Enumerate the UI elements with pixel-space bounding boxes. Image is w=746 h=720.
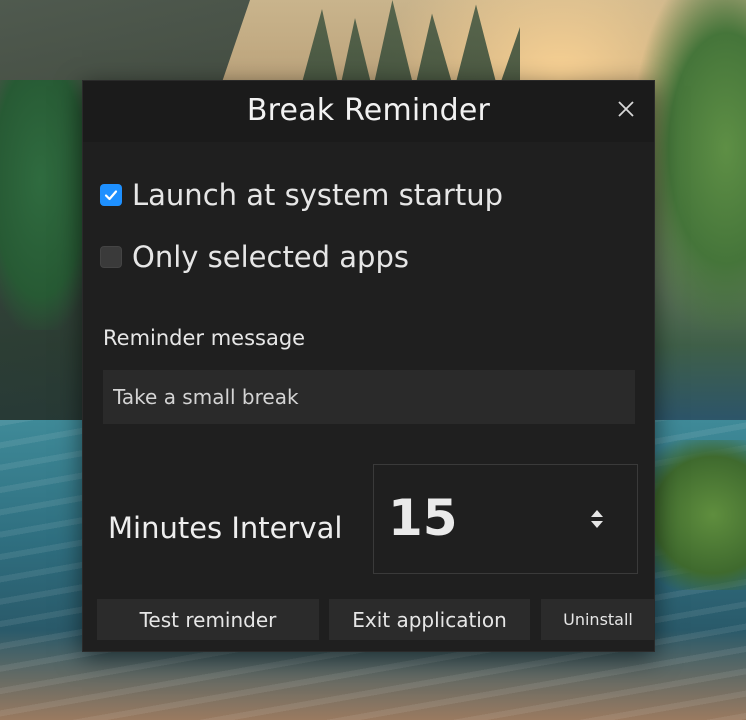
minutes-interval-value[interactable]: 15 (388, 489, 458, 547)
only-selected-apps-row[interactable]: Only selected apps (100, 240, 409, 274)
only-selected-apps-label: Only selected apps (132, 240, 409, 274)
minutes-interval-stepper[interactable]: 15 (373, 464, 638, 574)
reminder-message-label: Reminder message (103, 326, 306, 350)
minutes-interval-label: Minutes Interval (108, 511, 343, 545)
title-bar[interactable]: Break Reminder (83, 81, 654, 142)
launch-at-startup-checkbox[interactable] (100, 184, 122, 206)
only-selected-apps-checkbox[interactable] (100, 246, 122, 268)
test-reminder-button[interactable]: Test reminder (97, 599, 319, 640)
launch-at-startup-row[interactable]: Launch at system startup (100, 178, 503, 212)
reminder-message-input[interactable] (103, 370, 635, 424)
close-button[interactable] (612, 95, 640, 123)
window-title: Break Reminder (246, 93, 491, 128)
checkmark-icon (104, 190, 118, 201)
wallpaper-pines (300, 0, 520, 90)
close-icon (618, 101, 634, 117)
exit-application-button[interactable]: Exit application (329, 599, 530, 640)
uninstall-button[interactable]: Uninstall (541, 599, 655, 640)
launch-at-startup-label: Launch at system startup (132, 178, 503, 212)
up-down-arrows-icon[interactable] (589, 507, 605, 531)
break-reminder-dialog: Break Reminder Launch at system startup … (82, 80, 655, 652)
